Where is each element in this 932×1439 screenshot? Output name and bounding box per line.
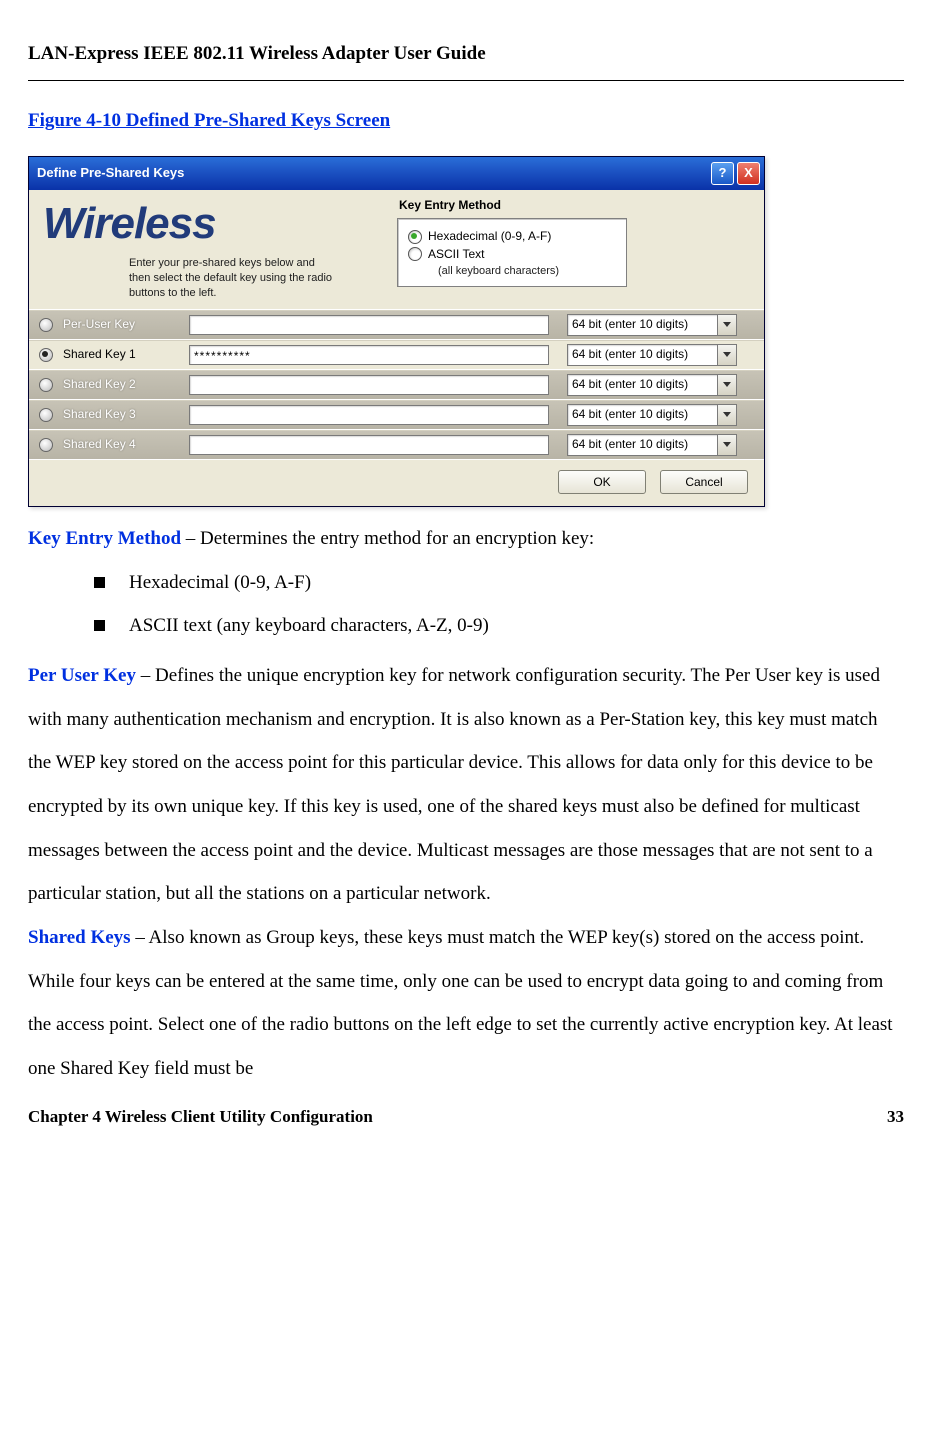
kem-groupbox: Hexadecimal (0-9, A-F) ASCII Text (all k… [397, 218, 627, 287]
term-key-entry-method: Key Entry Method [28, 528, 181, 549]
bullet-hex: Hexadecimal (0-9, A-F) [94, 561, 904, 605]
chevron-down-icon [717, 344, 737, 366]
select-value: 64 bit (enter 10 digits) [567, 404, 717, 426]
row-radio-col[interactable]: Shared Key 4 [39, 437, 189, 453]
key-rows: Per-User Key 64 bit (enter 10 digits) Sh… [29, 309, 764, 460]
radio-hex-label: Hexadecimal (0-9, A-F) [428, 229, 551, 245]
radio-ascii-row[interactable]: ASCII Text [408, 247, 616, 263]
shared-key-1-input[interactable]: ********** [189, 345, 549, 365]
sk-desc: – Also known as Group keys, these keys m… [28, 927, 893, 1079]
shared-key-3-input[interactable] [189, 405, 549, 425]
row-shared-key-2: Shared Key 2 64 bit (enter 10 digits) [29, 370, 764, 400]
brand-logo: Wireless [43, 202, 337, 246]
row-radio-col[interactable]: Shared Key 1 [39, 347, 189, 363]
row-radio-col[interactable]: Shared Key 3 [39, 407, 189, 423]
body-text: Key Entry Method – Determines the entry … [28, 517, 904, 1091]
help-icon[interactable]: ? [711, 162, 734, 185]
figure-caption: Figure 4-10 Defined Pre-Shared Keys Scre… [28, 99, 390, 143]
define-psk-dialog: Define Pre-Shared Keys ? X Wireless Ente… [28, 156, 765, 507]
cancel-button[interactable]: Cancel [660, 470, 748, 494]
footer-page-number: 33 [887, 1097, 904, 1136]
radio-ascii-label: ASCII Text [428, 247, 484, 263]
row-radio-col[interactable]: Per-User Key [39, 317, 189, 333]
doc-header: LAN-Express IEEE 802.11 Wireless Adapter… [28, 32, 904, 76]
row-per-user-key: Per-User Key 64 bit (enter 10 digits) [29, 310, 764, 340]
row-label: Per-User Key [63, 317, 135, 333]
shared-key-3-size[interactable]: 64 bit (enter 10 digits) [567, 404, 737, 426]
kem-heading: Key Entry Method [399, 198, 752, 214]
dialog-body: Wireless Enter your pre-shared keys belo… [29, 190, 764, 506]
row-label: Shared Key 4 [63, 437, 136, 453]
per-user-key-input[interactable] [189, 315, 549, 335]
bullet-hex-text: Hexadecimal (0-9, A-F) [129, 572, 311, 593]
chevron-down-icon [717, 374, 737, 396]
chevron-down-icon [717, 314, 737, 336]
puk-desc: – Defines the unique encryption key for … [28, 665, 880, 904]
radio-icon [39, 348, 53, 362]
close-icon[interactable]: X [737, 162, 760, 185]
bullet-ascii-text: ASCII text (any keyboard characters, A-Z… [129, 615, 489, 636]
dialog-title: Define Pre-Shared Keys [37, 165, 184, 182]
dialog-titlebar: Define Pre-Shared Keys ? X [29, 157, 764, 190]
row-shared-key-4: Shared Key 4 64 bit (enter 10 digits) [29, 430, 764, 460]
radio-icon [408, 230, 422, 244]
select-value: 64 bit (enter 10 digits) [567, 314, 717, 336]
row-shared-key-1: Shared Key 1 ********** 64 bit (enter 10… [29, 340, 764, 370]
page-footer: Chapter 4 Wireless Client Utility Config… [28, 1097, 904, 1136]
dialog-instructions: Enter your pre-shared keys below and the… [129, 256, 337, 301]
radio-icon [39, 378, 53, 392]
radio-icon [39, 318, 53, 332]
shared-key-4-size[interactable]: 64 bit (enter 10 digits) [567, 434, 737, 456]
radio-icon [39, 438, 53, 452]
radio-hex-row[interactable]: Hexadecimal (0-9, A-F) [408, 229, 616, 245]
ok-button[interactable]: OK [558, 470, 646, 494]
row-label: Shared Key 3 [63, 407, 136, 423]
row-label: Shared Key 2 [63, 377, 136, 393]
row-shared-key-3: Shared Key 3 64 bit (enter 10 digits) [29, 400, 764, 430]
row-label: Shared Key 1 [63, 347, 136, 363]
footer-chapter: Chapter 4 Wireless Client Utility Config… [28, 1097, 373, 1136]
shared-key-4-input[interactable] [189, 435, 549, 455]
radio-icon [39, 408, 53, 422]
radio-ascii-sub: (all keyboard characters) [438, 264, 616, 278]
per-user-key-size[interactable]: 64 bit (enter 10 digits) [567, 314, 737, 336]
term-per-user-key: Per User Key [28, 665, 136, 686]
select-value: 64 bit (enter 10 digits) [567, 434, 717, 456]
radio-icon [408, 247, 422, 261]
term-shared-keys: Shared Keys [28, 927, 131, 948]
shared-key-2-size[interactable]: 64 bit (enter 10 digits) [567, 374, 737, 396]
select-value: 64 bit (enter 10 digits) [567, 344, 717, 366]
shared-key-1-size[interactable]: 64 bit (enter 10 digits) [567, 344, 737, 366]
chevron-down-icon [717, 434, 737, 456]
kem-desc: – Determines the entry method for an enc… [181, 528, 594, 549]
row-radio-col[interactable]: Shared Key 2 [39, 377, 189, 393]
bullet-icon [94, 620, 105, 631]
chevron-down-icon [717, 404, 737, 426]
shared-key-2-input[interactable] [189, 375, 549, 395]
header-rule [28, 80, 904, 81]
bullet-icon [94, 577, 105, 588]
bullet-ascii: ASCII text (any keyboard characters, A-Z… [94, 604, 904, 648]
select-value: 64 bit (enter 10 digits) [567, 374, 717, 396]
